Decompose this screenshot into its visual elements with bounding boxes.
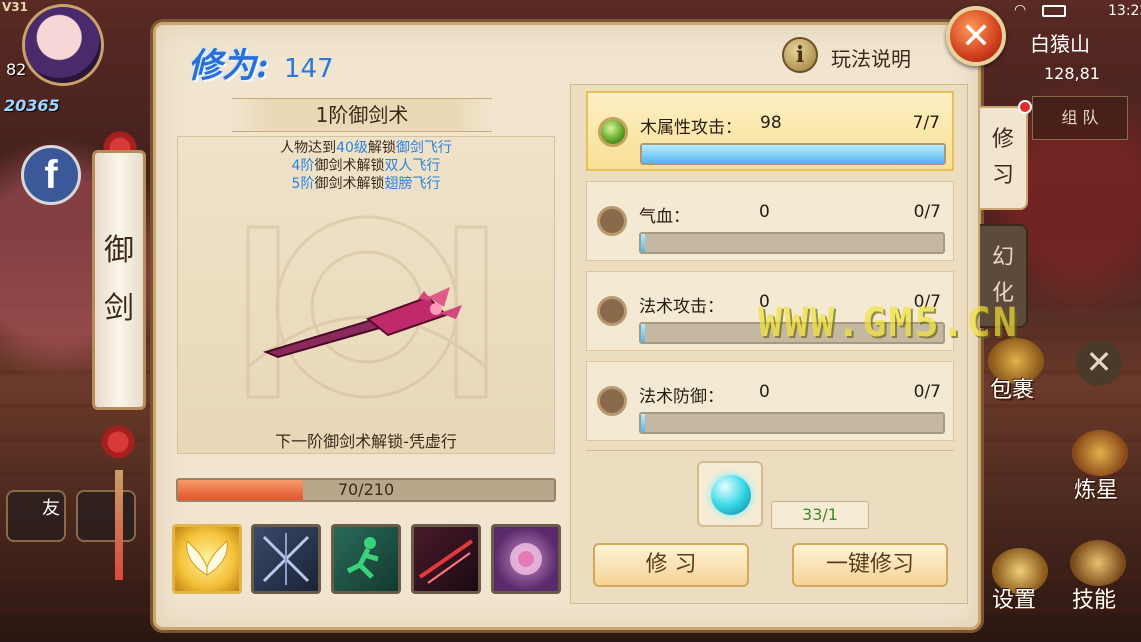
skill-slot-running[interactable] <box>331 524 401 594</box>
flying-sword-scroll: 御 剑 <box>92 150 146 410</box>
chat-button[interactable] <box>76 490 136 542</box>
attribute-name: 气血： <box>639 207 690 227</box>
facebook-icon[interactable]: f <box>21 145 81 205</box>
team-tab[interactable]: 组 队 <box>1032 96 1128 140</box>
location-coords: 128,81 <box>1044 64 1100 83</box>
attribute-level: 0/7 <box>913 202 941 222</box>
tab-study[interactable]: 修 习 <box>980 106 1028 210</box>
skill-slot-swords[interactable] <box>251 524 321 594</box>
cultivation-points: 147 <box>284 54 334 84</box>
unlock-line-2-mid: 御剑术解锁 <box>314 158 385 174</box>
bag-label: 包裹 <box>990 378 1035 403</box>
next-unlock-text: 下一阶御剑术解锁-凭虚行 <box>275 432 457 451</box>
attribute-bar-fill <box>641 234 645 252</box>
attribute-orb-icon <box>597 206 627 236</box>
one-click-study-button[interactable]: 一键修习 <box>792 543 948 587</box>
tab-transform-char-1: 幻 <box>991 245 1014 270</box>
unlock-line-1: 人物达到40级解锁御剑飞行 <box>177 139 555 157</box>
refine-star-label: 炼星 <box>1074 478 1119 503</box>
skills-label: 技能 <box>1072 588 1117 613</box>
unlock-line-2: 4阶御剑术解锁双人飞行 <box>177 157 555 175</box>
unlock-line-1-level: 40级 <box>336 140 368 156</box>
attribute-level: 0/7 <box>913 382 941 402</box>
attribute-row-hp[interactable]: 气血： 0 0/7 <box>586 181 954 261</box>
exp-progress-bar: 70/210 <box>176 478 556 502</box>
notification-dot <box>1018 100 1032 114</box>
settings-label: 设置 <box>992 588 1037 613</box>
skill-slot-flower[interactable] <box>491 524 561 594</box>
power-value: 82 <box>6 60 27 79</box>
close-button[interactable]: ✕ <box>946 6 1006 66</box>
clock-time: 13:22 <box>1108 3 1141 19</box>
unlock-line-3-feature: 翅膀飞行 <box>384 176 441 192</box>
swords-icon <box>262 533 310 585</box>
attribute-row-wood-attack[interactable]: 木属性攻击： 98 7/7 <box>586 91 954 171</box>
tab-study-char-2: 习 <box>991 163 1014 188</box>
attribute-value: 0 <box>759 382 770 402</box>
unlock-line-1-mid: 解锁 <box>367 140 396 156</box>
wings-icon <box>186 539 228 576</box>
attribute-bar <box>639 232 945 254</box>
skill-slot-wings[interactable] <box>172 524 242 594</box>
study-button[interactable]: 修 习 <box>593 543 749 587</box>
emblem-watermark <box>246 215 488 399</box>
cyan-gem-icon <box>711 475 751 515</box>
attribute-bar-fill <box>641 324 645 342</box>
divider <box>586 450 954 451</box>
attribute-level: 7/7 <box>912 113 940 133</box>
attribute-bar-fill <box>641 414 645 432</box>
red-streak-icon <box>418 539 474 584</box>
attribute-orb-icon <box>597 386 627 416</box>
scroll-char-1: 御 <box>104 233 134 268</box>
exp-progress-text: 70/210 <box>337 480 395 499</box>
attribute-bar <box>640 143 946 165</box>
refine-star-icon[interactable] <box>1072 430 1128 476</box>
scroll-char-2: 剑 <box>104 291 134 326</box>
skills-book-icon[interactable] <box>1070 540 1126 586</box>
attribute-row-spell-defense[interactable]: 法术防御： 0 0/7 <box>586 361 954 441</box>
level-title: 1阶御剑术 <box>232 98 492 132</box>
unlock-line-1-pre: 人物达到 <box>280 140 337 156</box>
unlock-line-3: 5阶御剑术解锁翅膀飞行 <box>177 175 555 193</box>
player-avatar[interactable] <box>22 4 104 86</box>
flying-sword-icon <box>263 287 462 359</box>
attribute-orb-icon <box>597 296 627 326</box>
running-figure-icon <box>346 537 379 579</box>
site-watermark: WWW.GM5.CN <box>758 300 1019 346</box>
attribute-bar <box>639 412 945 434</box>
unlock-line-3-mid: 御剑术解锁 <box>314 176 385 192</box>
knot-ornament-bottom <box>96 420 140 464</box>
attribute-name: 木属性攻击： <box>640 118 742 138</box>
unlock-line-3-level: 5阶 <box>291 176 315 192</box>
attribute-value: 0 <box>759 202 770 222</box>
attribute-name: 法术防御： <box>639 387 724 407</box>
cultivation-title: 修为: <box>188 46 269 86</box>
unlock-line-2-feature: 双人飞行 <box>384 158 441 174</box>
cultivation-gem-slot[interactable] <box>697 461 763 527</box>
unlock-line-2-level: 4阶 <box>291 158 315 174</box>
tassel <box>115 470 123 580</box>
location-name: 白猿山 <box>1030 32 1090 56</box>
cultivation-value: 20365 <box>4 96 60 115</box>
version-label: V31 <box>2 0 28 14</box>
info-icon[interactable]: i <box>782 37 818 73</box>
skill-slot-streak[interactable] <box>411 524 481 594</box>
friends-button[interactable]: 友 <box>6 490 66 542</box>
friends-label: 友 <box>42 498 60 519</box>
attribute-name: 法术攻击： <box>639 297 724 317</box>
wifi-icon: ◠ <box>1014 2 1027 18</box>
flower-icon <box>510 543 542 575</box>
attribute-bar-fill <box>642 145 944 163</box>
attribute-orb-icon <box>598 117 628 147</box>
battery-icon <box>1042 5 1066 17</box>
gameplay-guide-link[interactable]: 玩法说明 <box>831 43 911 72</box>
unlock-line-1-feature: 御剑飞行 <box>395 140 452 156</box>
attribute-value: 98 <box>760 113 782 133</box>
close-menu-icon[interactable]: ✕ <box>1076 340 1122 386</box>
gem-count: 33/1 <box>771 501 869 529</box>
tab-study-char-1: 修 <box>991 127 1014 152</box>
